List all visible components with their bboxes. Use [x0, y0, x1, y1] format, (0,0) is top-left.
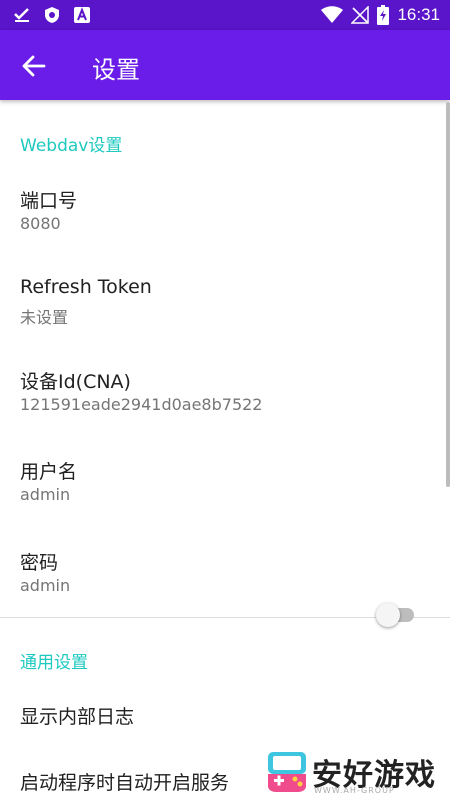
pref-summary: admin [20, 485, 71, 504]
watermark-url: WWW.AH-GROUP [314, 786, 395, 795]
pref-title: 显示内部日志 [20, 706, 135, 728]
app-bar: 设置 [0, 30, 450, 100]
pref-summary: admin [20, 576, 71, 595]
pref-title: 密码 [20, 552, 59, 574]
battery-charging-icon [377, 5, 390, 25]
pref-username[interactable]: 用户名 admin [0, 441, 440, 521]
pref-title: Refresh Token [20, 276, 152, 298]
watermark-logo: 安好游戏 WWW.AH-GROUP [266, 748, 448, 798]
status-right-icons: 16:31 [321, 5, 440, 25]
check-download-icon [14, 8, 29, 22]
status-left-icons [14, 6, 90, 24]
status-bar: 16:31 [0, 0, 450, 30]
pref-password[interactable]: 密码 admin [0, 532, 440, 612]
show-log-toggle[interactable] [376, 601, 416, 627]
no-signal-icon [351, 6, 370, 24]
pref-refresh-token[interactable]: Refresh Token 未设置 [0, 260, 440, 340]
pref-show-internal-log[interactable]: 显示内部日志 [0, 685, 440, 745]
pref-device-id[interactable]: 设备Id(CNA) 121591eade2941d0ae8b7522 [0, 351, 440, 431]
pref-title: 设备Id(CNA) [20, 371, 131, 393]
a-icon [74, 7, 90, 23]
pref-summary: 121591eade2941d0ae8b7522 [20, 395, 263, 414]
page-title: 设置 [92, 56, 140, 84]
vpn-shield-icon [45, 7, 59, 23]
toggle-thumb [376, 603, 400, 627]
clock-time: 16:31 [397, 5, 440, 24]
scrollbar[interactable] [446, 102, 450, 487]
pref-summary: 未设置 [20, 308, 69, 327]
wifi-icon [321, 6, 344, 23]
game-console-logo-icon [268, 752, 306, 792]
arrow-back-icon[interactable] [20, 52, 48, 80]
pref-port[interactable]: 端口号 8080 [0, 170, 440, 250]
pref-title: 用户名 [20, 461, 78, 483]
settings-list[interactable]: Webdav设置 端口号 8080 Refresh Token 未设置 设备Id… [0, 100, 450, 800]
pref-summary: 8080 [20, 214, 61, 233]
pref-title: 启动程序时自动开启服务 [20, 772, 230, 794]
section-title-general: 通用设置 [20, 653, 88, 673]
pref-title: 端口号 [20, 190, 78, 212]
section-title-webdav: Webdav设置 [20, 136, 123, 156]
